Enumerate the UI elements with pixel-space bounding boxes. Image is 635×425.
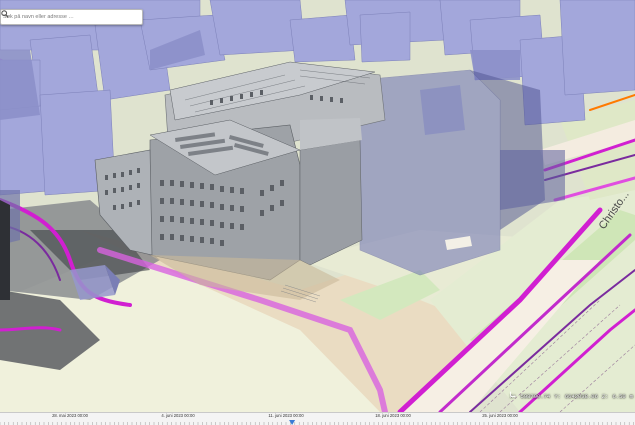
y-coordinate-label: Y: bbox=[554, 392, 561, 400]
x-coordinate-value: 598790.74 bbox=[520, 392, 551, 400]
y-coordinate-value: 6642038.06 bbox=[564, 392, 598, 400]
axis-icon bbox=[510, 391, 516, 397]
unit-label: m bbox=[629, 392, 633, 400]
timeline-bar[interactable]: 28. mai 2023 00:00 4. juni 2023 00:00 11… bbox=[0, 412, 635, 425]
coordinate-readout: X: 598790.74 Y: 6642038.06 Z: 6.50 m bbox=[510, 391, 633, 401]
map-3d-viewport[interactable]: Christo... X: 598790.74 Y: 6642038.06 Z:… bbox=[0, 0, 635, 412]
search-input[interactable] bbox=[1, 10, 125, 24]
timeline-marker[interactable] bbox=[289, 420, 296, 425]
z-coordinate-value: 6.50 bbox=[612, 392, 626, 400]
z-coordinate-label: Z: bbox=[601, 392, 609, 400]
city-scene: Christo... bbox=[0, 0, 635, 412]
search-icon bbox=[1, 10, 9, 18]
search-button[interactable] bbox=[1, 10, 141, 24]
search-bar bbox=[0, 9, 143, 25]
timeline-ticks bbox=[0, 420, 634, 425]
